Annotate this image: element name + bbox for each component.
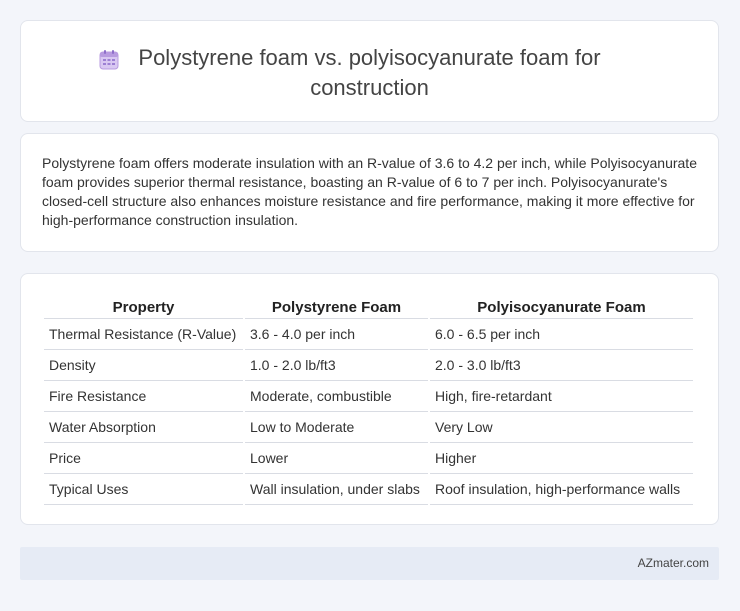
table-row: Typical Uses Wall insulation, under slab… [44, 474, 693, 505]
footer-bar: AZmater.com [20, 547, 719, 580]
table-cell: 2.0 - 3.0 lb/ft3 [430, 350, 693, 381]
page-title: Polystyrene foam vs. polyisocyanurate fo… [138, 45, 601, 100]
table-cell: Low to Moderate [245, 412, 428, 443]
column-header: Polyisocyanurate Foam [430, 296, 693, 319]
table-cell: Price [44, 443, 243, 474]
column-header: Property [44, 296, 243, 319]
table-cell: Lower [245, 443, 428, 474]
table-cell: Typical Uses [44, 474, 243, 505]
title-card: Polystyrene foam vs. polyisocyanurate fo… [20, 20, 719, 122]
comparison-table: Property Polystyrene Foam Polyisocyanura… [42, 296, 695, 505]
table-cell: Very Low [430, 412, 693, 443]
table-row: Price Lower Higher [44, 443, 693, 474]
table-cell: 1.0 - 2.0 lb/ft3 [245, 350, 428, 381]
table-row: Density 1.0 - 2.0 lb/ft3 2.0 - 3.0 lb/ft… [44, 350, 693, 381]
table-row: Fire Resistance Moderate, combustible Hi… [44, 381, 693, 412]
table-row: Water Absorption Low to Moderate Very Lo… [44, 412, 693, 443]
table-cell: Wall insulation, under slabs [245, 474, 428, 505]
footer-source: AZmater.com [637, 556, 709, 570]
table-cell: Fire Resistance [44, 381, 243, 412]
table-row: Thermal Resistance (R-Value) 3.6 - 4.0 p… [44, 319, 693, 350]
table-cell: Density [44, 350, 243, 381]
comparison-table-card: Property Polystyrene Foam Polyisocyanura… [20, 273, 719, 525]
summary-text: Polystyrene foam offers moderate insulat… [42, 155, 697, 228]
table-cell: Higher [430, 443, 693, 474]
summary-card: Polystyrene foam offers moderate insulat… [20, 133, 719, 252]
table-cell: 6.0 - 6.5 per inch [430, 319, 693, 350]
table-cell: Moderate, combustible [245, 381, 428, 412]
table-cell: High, fire-retardant [430, 381, 693, 412]
table-header-row: Property Polystyrene Foam Polyisocyanura… [44, 296, 693, 319]
table-cell: Roof insulation, high-performance walls [430, 474, 693, 505]
column-header: Polystyrene Foam [245, 296, 428, 319]
table-cell: Thermal Resistance (R-Value) [44, 319, 243, 350]
table-cell: 3.6 - 4.0 per inch [245, 319, 428, 350]
table-cell: Water Absorption [44, 412, 243, 443]
